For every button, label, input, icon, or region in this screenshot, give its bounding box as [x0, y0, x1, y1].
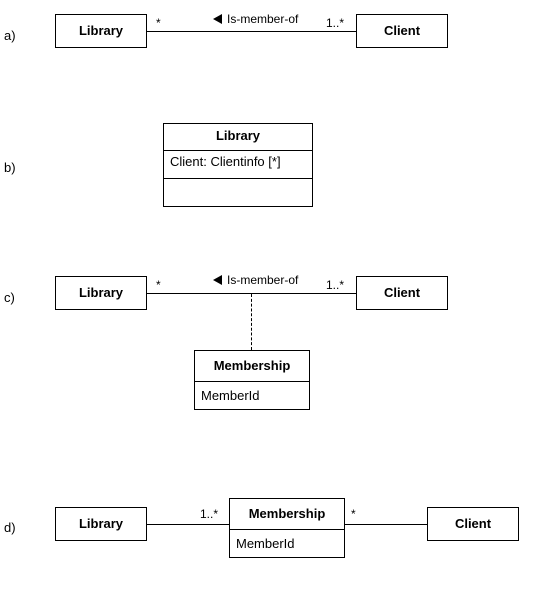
- class-attribute: MemberId: [230, 529, 344, 559]
- class-client-a: Client: [356, 14, 448, 48]
- class-name: Membership: [230, 499, 344, 529]
- class-name: Library: [79, 23, 123, 38]
- class-name: Client: [455, 516, 491, 531]
- direction-arrow-icon: [213, 275, 222, 285]
- class-library-d: Library: [55, 507, 147, 541]
- class-library-a: Library: [55, 14, 147, 48]
- mult-left-a: *: [156, 16, 161, 30]
- assoc-class-membership: Membership MemberId: [194, 350, 310, 410]
- class-name: Client: [384, 23, 420, 38]
- assoc-line-a: [147, 31, 356, 32]
- class-membership-d: Membership MemberId: [229, 498, 345, 558]
- class-name: Library: [79, 516, 123, 531]
- class-attribute: MemberId: [195, 381, 309, 411]
- assoc-line-d-right: [345, 524, 427, 525]
- row-label-b: b): [4, 160, 16, 175]
- class-name: Library: [79, 285, 123, 300]
- class-attribute: Client: Clientinfo [*]: [164, 150, 312, 178]
- assoc-name-c: Is-member-of: [227, 273, 298, 287]
- mult-left-c: *: [156, 278, 161, 292]
- assoc-name-a: Is-member-of: [227, 12, 298, 26]
- class-client-d: Client: [427, 507, 519, 541]
- mult-right-c: 1..*: [326, 278, 344, 292]
- mult-right-a: 1..*: [326, 16, 344, 30]
- class-name: Client: [384, 285, 420, 300]
- diagram-canvas: a) Library Client Is-member-of * 1..* b)…: [0, 0, 549, 592]
- class-library-b: Library Client: Clientinfo [*]: [163, 123, 313, 207]
- direction-arrow-icon: [213, 14, 222, 24]
- row-label-a: a): [4, 28, 16, 43]
- row-label-d: d): [4, 520, 16, 535]
- assoc-line-d-left: [147, 524, 229, 525]
- mult-left-d: 1..*: [200, 507, 218, 521]
- assoc-class-link: [251, 294, 252, 350]
- mult-right-d: *: [351, 507, 356, 521]
- row-label-c: c): [4, 290, 15, 305]
- class-library-c: Library: [55, 276, 147, 310]
- class-client-c: Client: [356, 276, 448, 310]
- class-name: Library: [164, 124, 312, 150]
- class-name: Membership: [195, 351, 309, 381]
